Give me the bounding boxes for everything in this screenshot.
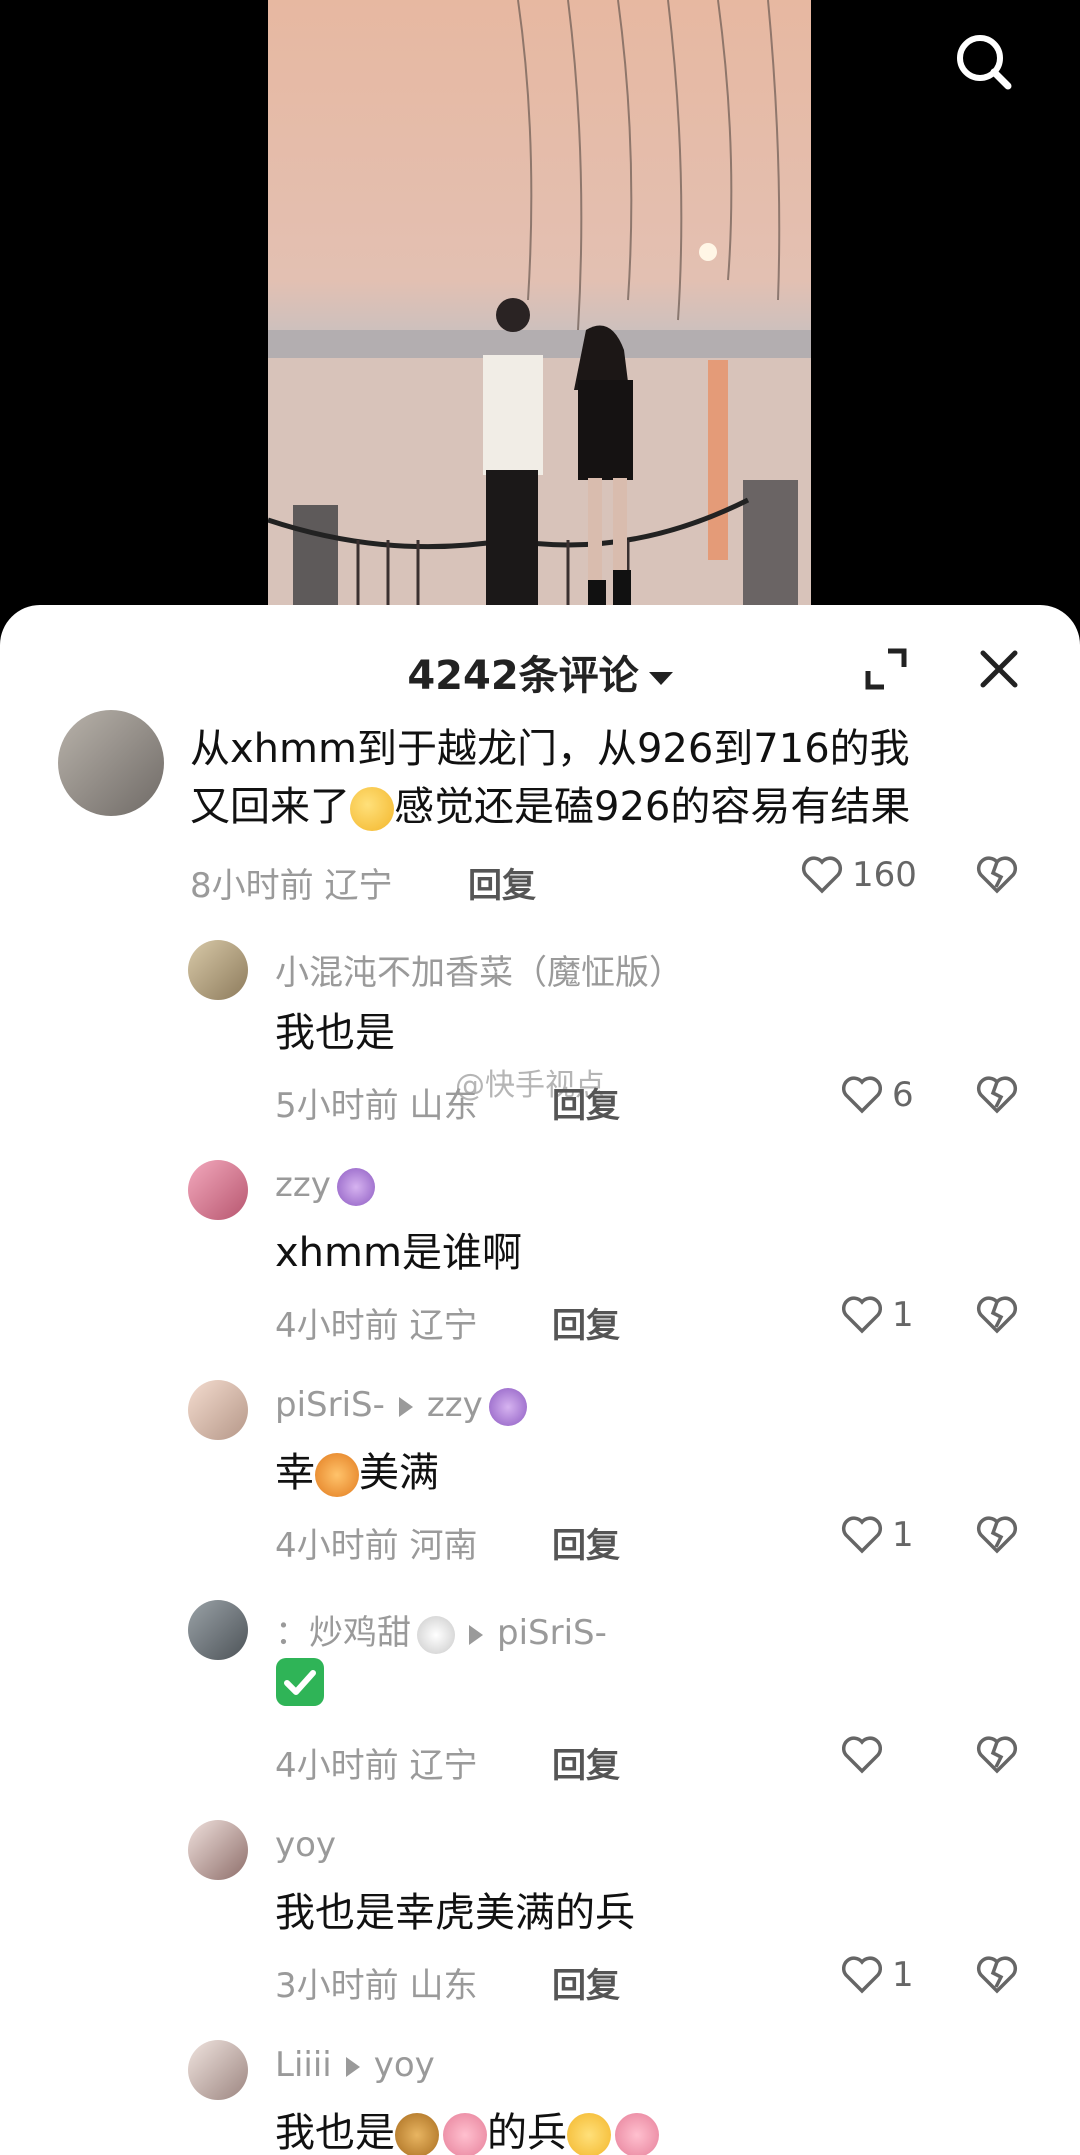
reply-author[interactable]: piSriS-zzy — [275, 1385, 527, 1426]
reply-meta: 4小时前 河南 — [275, 1526, 478, 1566]
video-player[interactable] — [0, 0, 1080, 620]
reply-text: 幸美满 — [275, 1450, 439, 1497]
expand-button[interactable] — [862, 645, 910, 693]
reply-text — [275, 1657, 325, 1717]
comment-text-line: 又回来了 感觉还是磕926的容易有结果 — [190, 784, 911, 831]
reply-text: xhmm是谁啊 — [275, 1230, 522, 1276]
broken-heart-icon — [976, 1956, 1018, 1994]
reply-button[interactable]: 回复 — [552, 1958, 620, 2007]
reply-author[interactable]: yoy — [275, 1825, 336, 1865]
heart-icon — [841, 1076, 883, 1114]
dislike-button[interactable] — [975, 1955, 1019, 1999]
like-button[interactable]: 1 — [840, 1515, 914, 1555]
like-button[interactable]: 160 — [800, 855, 917, 895]
like-count: 1 — [892, 1955, 914, 1995]
comment-text-line: 从xhmm到于越龙门，从926到716的我 — [190, 726, 910, 772]
heart-icon — [841, 1956, 883, 1994]
avatar[interactable] — [188, 1600, 248, 1660]
like-count: 6 — [892, 1075, 914, 1115]
search-button[interactable] — [950, 28, 1020, 98]
avatar[interactable] — [188, 1820, 248, 1880]
heart-icon — [841, 1296, 883, 1334]
comment-sheet: 4242条评论 从xhmm到于越龙门，从926到716的我 又回来了 感觉还是磕9… — [0, 605, 1080, 2155]
reply-button[interactable]: 回复 — [552, 1738, 620, 1787]
check-mark-icon — [276, 1658, 324, 1706]
avatar[interactable] — [188, 2040, 248, 2100]
video-frame[interactable] — [268, 0, 811, 620]
broken-heart-icon — [976, 1516, 1018, 1554]
heart-icon — [801, 856, 843, 894]
crying-face-icon — [567, 2113, 611, 2155]
comment-time: 8小时前 — [190, 866, 314, 906]
reply-to-arrow-icon — [345, 2056, 360, 2077]
like-button[interactable]: 6 — [840, 1075, 914, 1115]
reply-button[interactable]: 回复 — [552, 1298, 620, 1347]
like-count: 1 — [892, 1295, 914, 1335]
reply-meta: 3小时前 山东 — [275, 1966, 478, 2006]
pig-face-icon — [615, 2113, 659, 2155]
comment-meta: 8小时前 辽宁 — [190, 858, 392, 907]
food-icon — [395, 2113, 439, 2155]
reply-author[interactable]: zzy — [275, 1165, 375, 1206]
heart-icon — [841, 1516, 883, 1554]
search-icon — [957, 35, 1012, 90]
reply-to-arrow-icon — [469, 1624, 483, 1645]
reply-meta: 4小时前 辽宁 — [275, 1746, 478, 1786]
expand-icon — [865, 648, 907, 690]
comment-text: 从xhmm到于越龙门，从926到716的我 又回来了 感觉还是磕926的容易有结果 — [190, 720, 1050, 836]
pig-face-icon — [443, 2113, 487, 2155]
broken-heart-icon — [976, 1076, 1018, 1114]
reply-author[interactable]: Liiii yoy — [275, 2045, 435, 2085]
like-count: 160 — [852, 855, 917, 895]
reply-text: 我也是 的兵 — [275, 2100, 659, 2155]
reply-button[interactable]: 回复 — [552, 1518, 620, 1567]
sheet-header: 4242条评论 — [0, 605, 1080, 725]
reply-text: 我也是 — [275, 1010, 395, 1056]
avatar[interactable] — [188, 1160, 248, 1220]
reply-button[interactable]: 回复 — [552, 1078, 620, 1127]
broken-heart-icon — [976, 1736, 1018, 1774]
reply-text: 我也是幸虎美满的兵 — [275, 1890, 635, 1936]
reply-button[interactable]: 回复 — [468, 858, 536, 907]
like-button[interactable]: 1 — [840, 1295, 914, 1335]
dislike-button[interactable] — [975, 1515, 1019, 1559]
tiger-face-icon — [315, 1453, 359, 1497]
dislike-button[interactable] — [975, 855, 1019, 899]
like-button[interactable]: 1 — [840, 1955, 914, 1995]
reply-author[interactable]: 小混沌不加香菜（魔怔版） — [275, 945, 683, 994]
broken-heart-icon — [976, 856, 1018, 894]
unicorn-icon — [488, 1387, 527, 1426]
avatar[interactable] — [188, 940, 248, 1000]
like-button[interactable] — [840, 1735, 892, 1775]
dropdown-arrow-icon — [648, 671, 673, 685]
dislike-button[interactable] — [975, 1295, 1019, 1339]
broken-heart-icon — [976, 1296, 1018, 1334]
reply-to-arrow-icon — [398, 1396, 413, 1417]
main-comment: 从xhmm到于越龙门，从926到716的我 又回来了 感觉还是磕926的容易有结果 — [0, 710, 1080, 880]
mouse-icon — [417, 1615, 455, 1654]
comment-location: 辽宁 — [324, 866, 393, 906]
unicorn-icon — [336, 1167, 375, 1206]
close-icon — [980, 650, 1018, 688]
avatar[interactable] — [188, 1380, 248, 1440]
crying-face-icon — [350, 787, 394, 831]
reply-author[interactable]: ：炒鸡甜 piSriS- — [275, 1605, 607, 1654]
reply-meta: 5小时前 山东 — [275, 1086, 478, 1126]
dislike-button[interactable] — [975, 1075, 1019, 1119]
close-button[interactable] — [975, 645, 1023, 693]
avatar[interactable] — [58, 710, 164, 816]
comment-count-dropdown[interactable]: 4242条评论 — [0, 643, 1080, 701]
dislike-button[interactable] — [975, 1735, 1019, 1779]
heart-icon — [841, 1736, 883, 1774]
reply-meta: 4小时前 辽宁 — [275, 1306, 478, 1346]
comment-count-title: 4242条评论 — [407, 653, 639, 699]
like-count: 1 — [892, 1515, 914, 1555]
